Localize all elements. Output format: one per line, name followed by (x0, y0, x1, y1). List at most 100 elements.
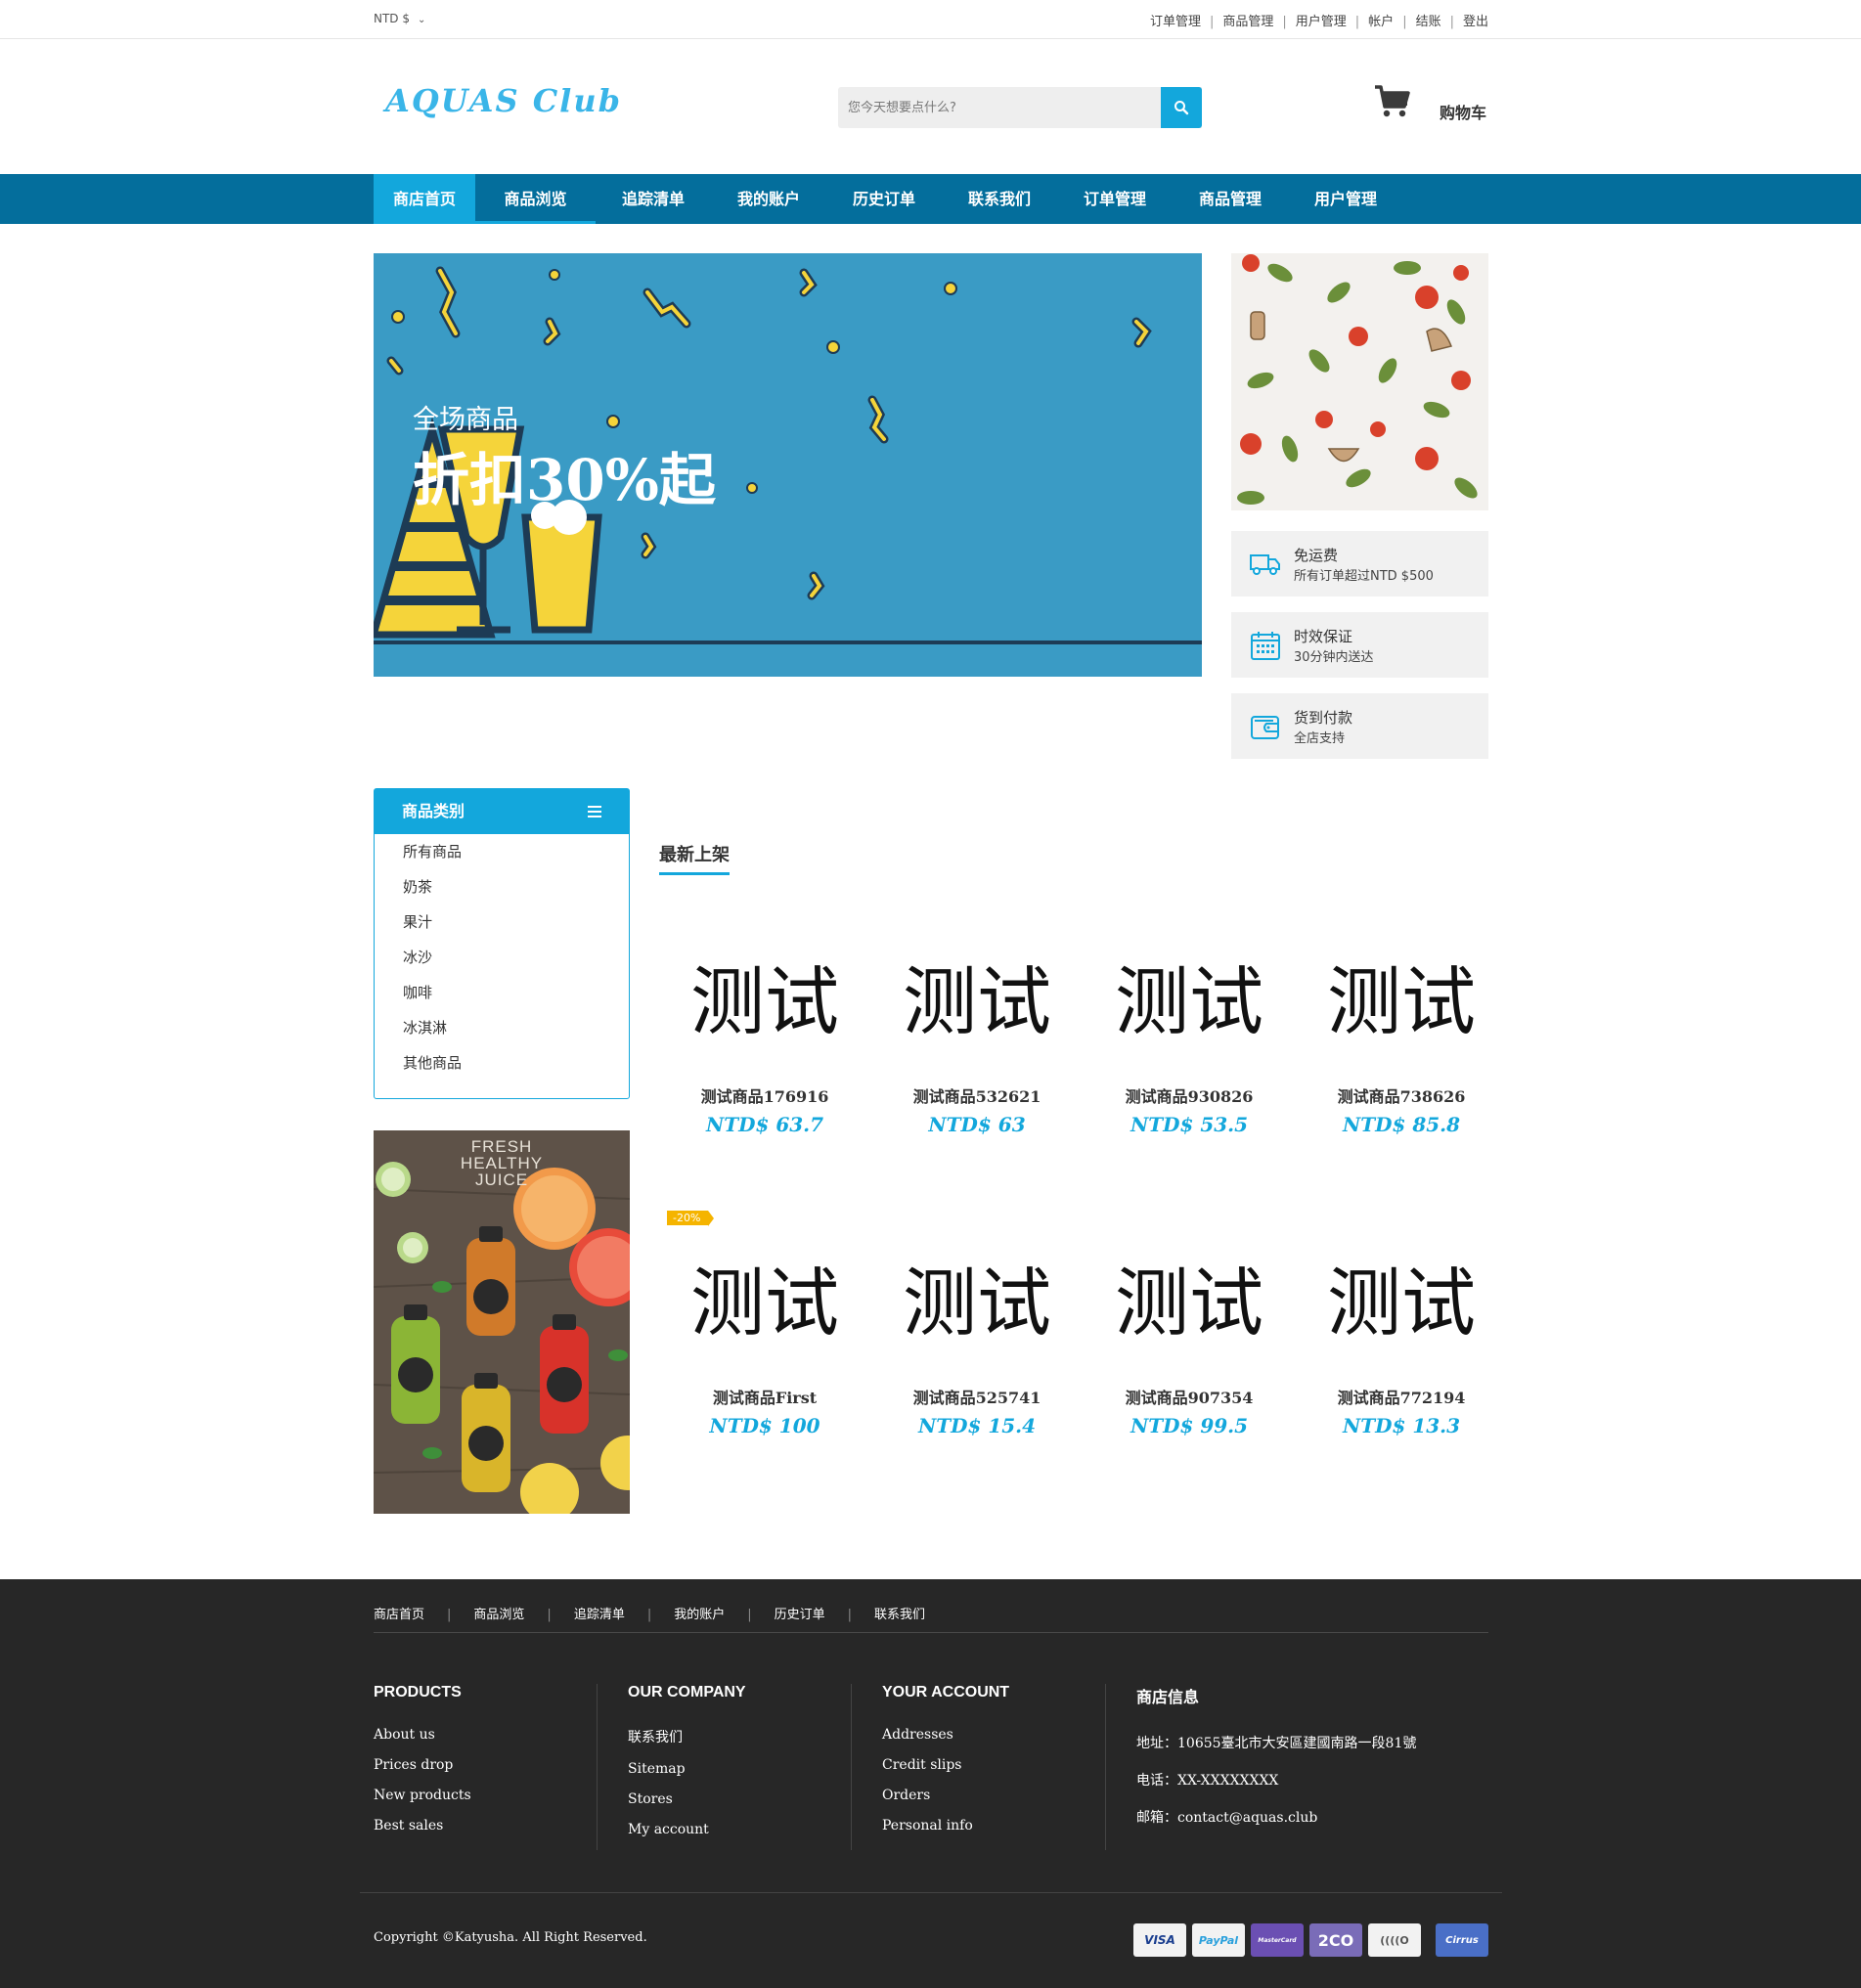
footer-link[interactable]: My account (628, 1822, 853, 1837)
footer-link[interactable]: Sitemap (628, 1761, 853, 1777)
footer-link[interactable]: Stores (628, 1791, 853, 1807)
product-card[interactable]: 测试 测试商品772194 NTD$ 13.3 (1304, 1240, 1499, 1437)
category-item-all[interactable]: 所有商品 (375, 834, 629, 869)
promo-banner[interactable]: 全场商品 折扣30%起 (374, 253, 1202, 677)
footer-link[interactable]: Personal info (882, 1818, 1107, 1833)
category-title: 商品类别 (402, 802, 465, 820)
product-image[interactable]: 测试 (1091, 939, 1287, 1066)
footer-link[interactable]: Addresses (882, 1727, 1107, 1743)
category-item-smoothie[interactable]: 冰沙 (375, 940, 629, 975)
nav-user-admin[interactable]: 用户管理 (1288, 174, 1403, 224)
nav-order-history[interactable]: 历史订单 (826, 174, 942, 224)
product-card[interactable]: 测试 测试商品First NTD$ 100 (667, 1240, 863, 1437)
footer-link[interactable]: New products (374, 1788, 598, 1803)
product-card[interactable]: 测试 测试商品907354 NTD$ 99.5 (1091, 1240, 1287, 1437)
product-name[interactable]: 测试商品532621 (879, 1083, 1075, 1107)
product-card[interactable]: 测试 测试商品176916 NTD$ 63.7 (667, 939, 863, 1136)
currency-label: NTD $ (374, 12, 410, 25)
footer-col-title: YOUR ACCOUNT (882, 1684, 1010, 1701)
category-item-juice[interactable]: 果汁 (375, 905, 629, 940)
category-header[interactable]: 商品类别 (375, 789, 629, 834)
top-links: 订单管理 | 商品管理 | 用户管理 | 帐户 | 结账 | 登出 (1149, 15, 1488, 29)
footer-nav-history[interactable]: 历史订单 (775, 1608, 825, 1622)
product-card[interactable]: 测试 测试商品738626 NTD$ 85.8 (1304, 939, 1499, 1136)
category-item-other[interactable]: 其他商品 (375, 1045, 629, 1081)
product-name[interactable]: 测试商品176916 (667, 1083, 863, 1107)
footer-link[interactable]: Best sales (374, 1818, 598, 1833)
footer-nav-contact[interactable]: 联系我们 (874, 1608, 925, 1622)
nav-order-admin[interactable]: 订单管理 (1057, 174, 1173, 224)
product-card[interactable]: 测试 测试商品525741 NTD$ 15.4 (879, 1240, 1075, 1437)
site-logo[interactable]: AQUAS Club (385, 82, 622, 119)
nav-contact[interactable]: 联系我们 (942, 174, 1057, 224)
top-link-users[interactable]: 用户管理 (1296, 15, 1347, 29)
footer-link[interactable]: Orders (882, 1788, 1107, 1803)
cart-label[interactable]: 购物车 (1440, 100, 1486, 123)
feature-cash-on-delivery: 货到付款 全店支持 (1231, 693, 1488, 759)
footer-nav-home[interactable]: 商店首页 (374, 1608, 424, 1622)
menu-icon (588, 806, 601, 817)
product-price: NTD$ 15.4 (917, 1414, 1037, 1437)
chevron-down-icon: ⌄ (418, 15, 426, 25)
category-item-coffee[interactable]: 咖啡 (375, 975, 629, 1010)
product-image[interactable]: 测试 (879, 939, 1075, 1066)
footer-nav-browse[interactable]: 商品浏览 (473, 1608, 524, 1622)
feature-title: 免运费 (1294, 547, 1339, 564)
footer-link[interactable]: About us (374, 1727, 598, 1743)
footer-divider-bottom (360, 1892, 1502, 1893)
product-image[interactable]: 测试 (1304, 1240, 1499, 1367)
footer-nav-tracking[interactable]: 追踪清单 (574, 1608, 625, 1622)
product-card[interactable]: 测试 测试商品930826 NTD$ 53.5 (1091, 939, 1287, 1136)
truck-icon (1250, 554, 1280, 575)
product-image[interactable]: 测试 (667, 939, 863, 1066)
product-name[interactable]: 测试商品First (667, 1385, 863, 1408)
rosehip-pattern-image[interactable] (1231, 253, 1488, 510)
search-button[interactable] (1161, 87, 1202, 128)
product-price: NTD$ 13.3 (1342, 1414, 1461, 1437)
search-input[interactable] (838, 87, 1202, 128)
category-panel: 商品类别 所有商品 奶茶 果汁 冰沙 咖啡 冰淇淋 其他商品 (374, 788, 630, 1099)
feature-free-shipping: 免运费 所有订单超过NTD $500 (1231, 531, 1488, 596)
feature-subtitle: 30分钟内送达 (1294, 650, 1374, 665)
top-link-checkout[interactable]: 结账 (1416, 15, 1441, 29)
product-image[interactable]: 测试 (667, 1240, 863, 1367)
footer-col-products: PRODUCTS About us Prices drop New produc… (374, 1684, 598, 1850)
product-image[interactable]: 测试 (879, 1240, 1075, 1367)
copyright-text: Copyright ©Katyusha. All Right Reserved. (374, 1930, 647, 1945)
top-link-account[interactable]: 帐户 (1368, 15, 1394, 29)
cart-icon[interactable] (1374, 84, 1411, 123)
footer-link[interactable]: 联系我们 (628, 1727, 853, 1746)
product-name[interactable]: 测试商品772194 (1304, 1385, 1499, 1408)
footer-col-title: 商店信息 (1136, 1690, 1200, 1706)
footer-nav-account[interactable]: 我的账户 (674, 1608, 725, 1622)
currency-selector[interactable]: NTD $ ⌄ (374, 12, 425, 25)
category-item-milk-tea[interactable]: 奶茶 (375, 869, 629, 905)
product-image[interactable]: 测试 (1091, 1240, 1287, 1367)
product-name[interactable]: 测试商品525741 (879, 1385, 1075, 1408)
nav-home[interactable]: 商店首页 (374, 174, 475, 224)
2co-icon: 2CO (1309, 1923, 1362, 1957)
category-item-ice-cream[interactable]: 冰淇淋 (375, 1010, 629, 1045)
top-link-orders[interactable]: 订单管理 (1150, 15, 1201, 29)
product-name[interactable]: 测试商品738626 (1304, 1083, 1499, 1107)
product-name[interactable]: 测试商品930826 (1091, 1083, 1287, 1107)
footer-link[interactable]: Credit slips (882, 1757, 1107, 1773)
juice-ad-image[interactable]: FRESH HEALTHY JUICE (374, 1130, 630, 1514)
nav-tracking[interactable]: 追踪清单 (596, 174, 711, 224)
top-link-products[interactable]: 商品管理 (1222, 15, 1273, 29)
product-name[interactable]: 测试商品907354 (1091, 1385, 1287, 1408)
top-link-logout[interactable]: 登出 (1463, 15, 1488, 29)
nav-product-admin[interactable]: 商品管理 (1173, 174, 1288, 224)
feature-title: 时效保证 (1294, 628, 1353, 645)
footer-link[interactable]: Prices drop (374, 1757, 598, 1773)
rosehip-illustration (1237, 254, 1478, 505)
feature-subtitle: 全店支持 (1294, 731, 1346, 746)
nav-browse[interactable]: 商品浏览 (475, 174, 596, 224)
product-card[interactable]: 测试 测试商品532621 NTD$ 63 (879, 939, 1075, 1136)
product-price: NTD$ 63.7 (705, 1113, 824, 1136)
nav-my-account[interactable]: 我的账户 (711, 174, 826, 224)
product-image[interactable]: 测试 (1304, 939, 1499, 1066)
store-email[interactable]: 邮箱：contact@aquas.club (1136, 1807, 1488, 1827)
feature-title: 货到付款 (1294, 709, 1353, 727)
store-address: 地址：10655臺北市大安區建國南路一段81號 (1136, 1736, 1417, 1751)
